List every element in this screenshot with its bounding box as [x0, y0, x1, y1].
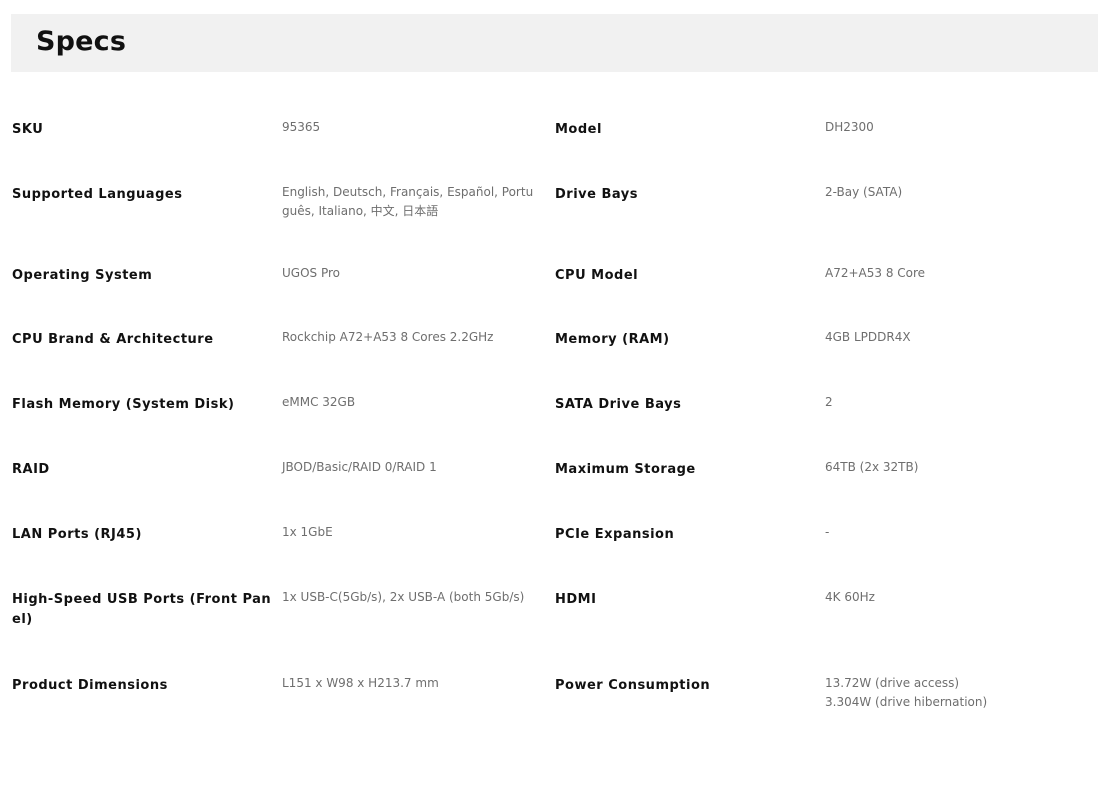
spec-value: 2-Bay (SATA): [825, 185, 903, 199]
spec-label: Product Dimensions: [12, 678, 168, 693]
spec-label: CPU Brand & Architecture: [12, 332, 214, 347]
spec-label: Operating System: [12, 268, 153, 283]
spec-grid: SKU 95365 Model DH2300 Supported Languag…: [0, 0, 1100, 807]
spec-label: RAID: [12, 462, 50, 477]
spec-value: Rockchip A72+A53 8 Cores 2.2GHz: [282, 330, 494, 344]
spec-value: A72+A53 8 Core: [825, 266, 926, 280]
spec-label: Memory (RAM): [555, 332, 670, 347]
spec-label: SATA Drive Bays: [555, 397, 682, 412]
spec-value: 95365: [282, 120, 321, 134]
spec-value: L151 x W98 x H213.7 mm: [282, 676, 439, 690]
spec-value: JBOD/Basic/RAID 0/RAID 1: [282, 460, 437, 474]
spec-value: 4K 60Hz: [825, 590, 875, 604]
spec-label: Power Consumption: [555, 678, 711, 693]
spec-value: 2: [825, 395, 833, 409]
spec-label: PCIe Expansion: [555, 527, 675, 542]
spec-value: -: [825, 525, 830, 539]
spec-value: eMMC 32GB: [282, 395, 356, 409]
spec-value: 1x 1GbE: [282, 525, 333, 539]
spec-value: 4GB LPDDR4X: [825, 330, 911, 344]
spec-label: CPU Model: [555, 268, 639, 283]
spec-value: 13.72W (drive access) 3.304W (drive hibe…: [825, 676, 988, 709]
spec-value: English, Deutsch, Français, Español, Por…: [282, 185, 534, 218]
spec-label: Drive Bays: [555, 187, 638, 202]
spec-value: 64TB (2x 32TB): [825, 460, 919, 474]
spec-label: Maximum Storage: [555, 462, 696, 477]
spec-label: Model: [555, 122, 602, 137]
spec-label: HDMI: [555, 592, 597, 607]
spec-label: High-Speed USB Ports (Front Panel): [12, 592, 272, 627]
spec-value: DH2300: [825, 120, 874, 134]
spec-label: LAN Ports (RJ45): [12, 527, 142, 542]
spec-label: Supported Languages: [12, 187, 183, 202]
spec-value: 1x USB-C(5Gb/s), 2x USB-A (both 5Gb/s): [282, 590, 525, 604]
spec-label: SKU: [12, 122, 44, 137]
spec-value: UGOS Pro: [282, 266, 340, 280]
spec-label: Flash Memory (System Disk): [12, 397, 235, 412]
